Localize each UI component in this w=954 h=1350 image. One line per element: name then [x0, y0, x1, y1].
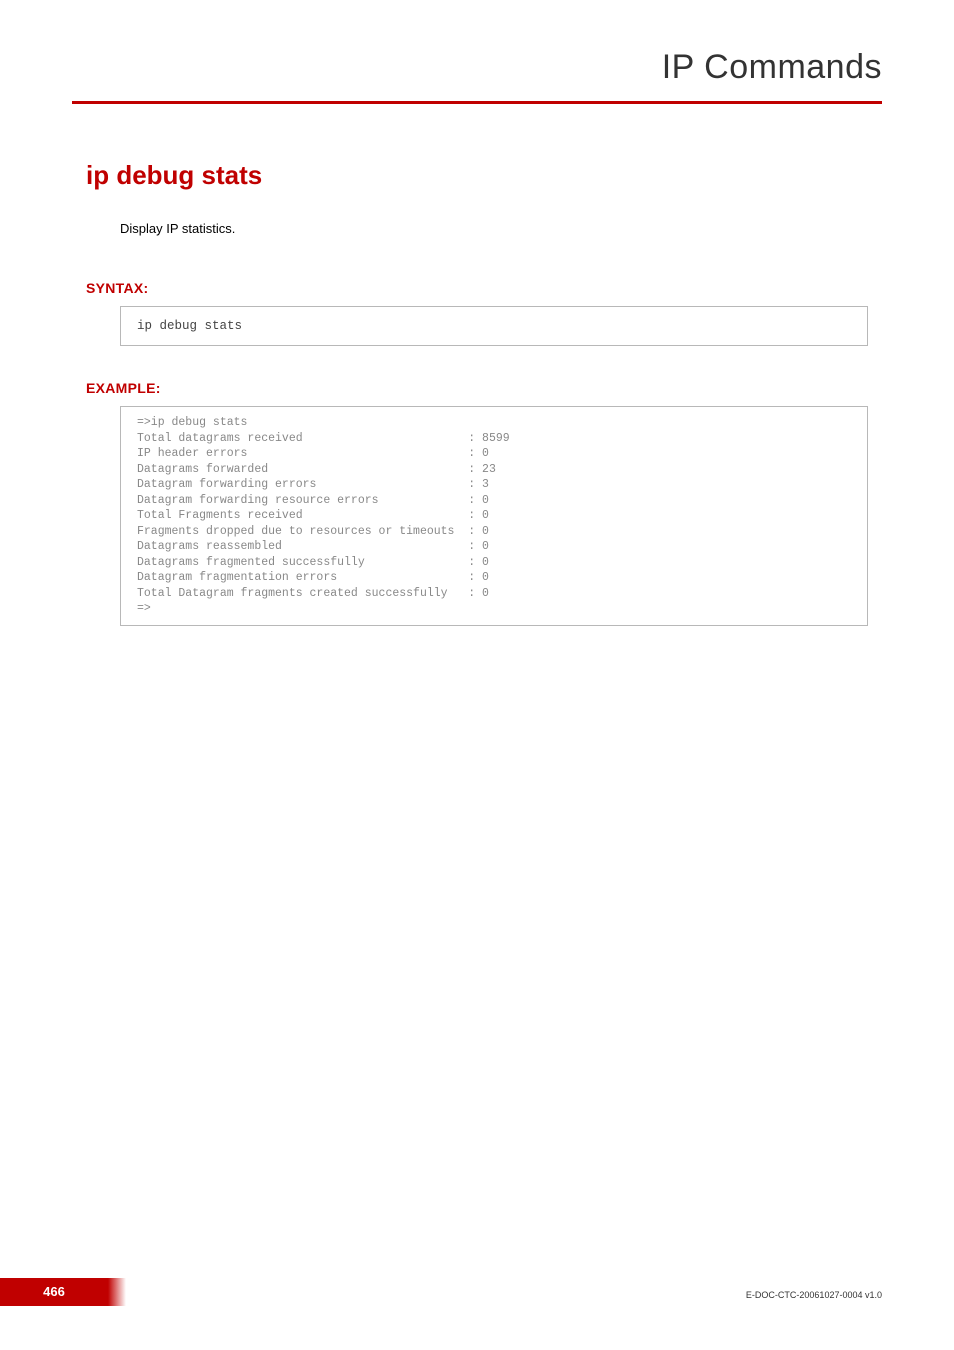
page-number: 466: [0, 1278, 108, 1306]
section-title: ip debug stats: [86, 160, 882, 191]
syntax-heading: SYNTAX:: [86, 280, 882, 296]
footer-doc-id: E-DOC-CTC-20061027-0004 v1.0: [746, 1290, 882, 1300]
page-container: IP Commands ip debug stats Display IP st…: [0, 0, 954, 1350]
footer-accent-fade: [108, 1278, 126, 1306]
syntax-code-box: ip debug stats: [120, 306, 868, 346]
header-rule: [72, 101, 882, 104]
example-heading: EXAMPLE:: [86, 380, 882, 396]
page-header-title: IP Commands: [72, 48, 882, 87]
example-output-box: =>ip debug stats Total datagrams receive…: [120, 406, 868, 626]
section-description: Display IP statistics.: [120, 221, 882, 236]
